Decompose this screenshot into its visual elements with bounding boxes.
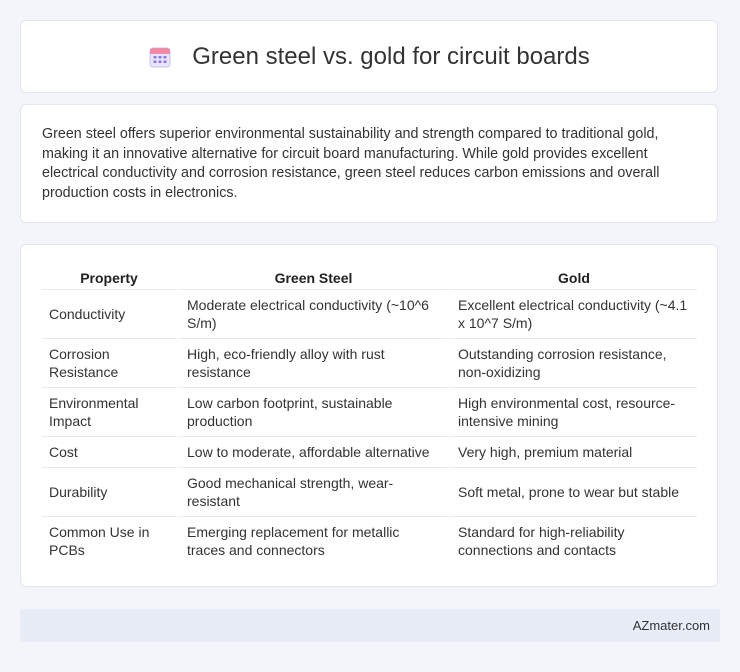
- table-cell: High environmental cost, resource-intens…: [447, 387, 697, 436]
- intro-card: Green steel offers superior environmenta…: [20, 104, 718, 223]
- table-cell: Outstanding corrosion resistance, non-ox…: [447, 338, 697, 387]
- table-cell: Very high, premium material: [447, 436, 697, 467]
- footer-site-link[interactable]: AZmater.com: [633, 618, 710, 633]
- table-header-row: Property Green Steel Gold: [42, 265, 697, 289]
- table-cell: Conductivity: [42, 289, 176, 338]
- table-cell: Low carbon footprint, sustainable produc…: [176, 387, 447, 436]
- table-row: Durability Good mechanical strength, wea…: [42, 467, 697, 516]
- table-cell: Corrosion Resistance: [42, 338, 176, 387]
- table-row: Corrosion Resistance High, eco-friendly …: [42, 338, 697, 387]
- table-cell: Standard for high-reliability connection…: [447, 516, 697, 565]
- table-cell: Environmental Impact: [42, 387, 176, 436]
- table-cell: Cost: [42, 436, 176, 467]
- table-cell: High, eco-friendly alloy with rust resis…: [176, 338, 447, 387]
- table-row: Common Use in PCBs Emerging replacement …: [42, 516, 697, 565]
- table-row: Environmental Impact Low carbon footprin…: [42, 387, 697, 436]
- table-cell: Emerging replacement for metallic traces…: [176, 516, 447, 565]
- table-cell: Durability: [42, 467, 176, 516]
- header-property: Property: [80, 270, 138, 286]
- title-card: Green steel vs. gold for circuit boards: [20, 20, 718, 93]
- comparison-card: Property Green Steel Gold Conductivity M…: [20, 244, 718, 587]
- table-cell: Common Use in PCBs: [42, 516, 176, 565]
- page-title: Green steel vs. gold for circuit boards: [192, 42, 590, 70]
- table-cell: Low to moderate, affordable alternative: [176, 436, 447, 467]
- table-cell: Soft metal, prone to wear but stable: [447, 467, 697, 516]
- table-row: Cost Low to moderate, affordable alterna…: [42, 436, 697, 467]
- header-gold: Gold: [447, 265, 697, 289]
- calendar-icon: [148, 45, 172, 69]
- footer-bar: AZmater.com: [20, 609, 720, 642]
- intro-text: Green steel offers superior environmenta…: [42, 126, 660, 201]
- table-cell: Good mechanical strength, wear-resistant: [176, 467, 447, 516]
- table-cell: Moderate electrical conductivity (~10^6 …: [176, 289, 447, 338]
- header-green-steel: Green Steel: [176, 265, 447, 289]
- table-cell: Excellent electrical conductivity (~4.1 …: [447, 289, 697, 338]
- table-row: Conductivity Moderate electrical conduct…: [42, 289, 697, 338]
- comparison-table: Property Green Steel Gold Conductivity M…: [42, 265, 697, 565]
